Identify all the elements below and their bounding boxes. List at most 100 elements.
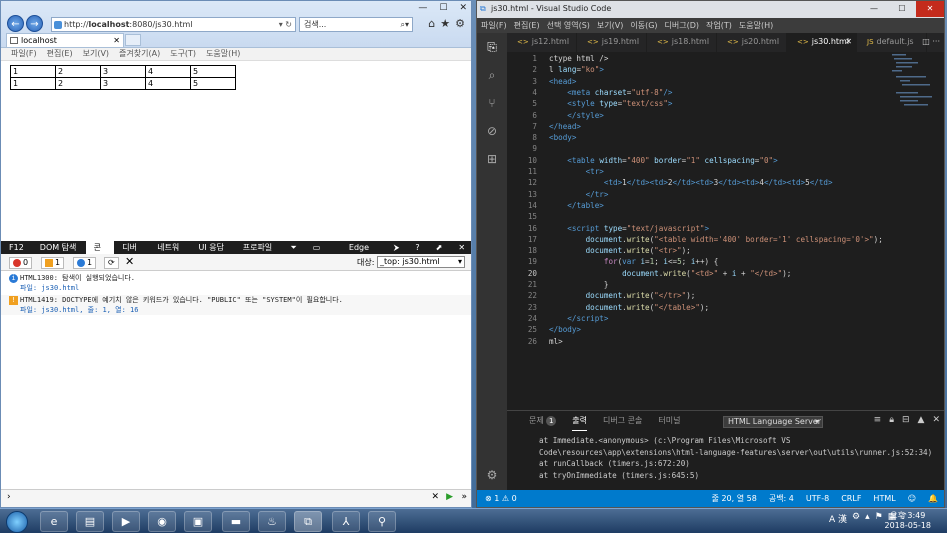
clear-output-icon[interactable]: ⊟ xyxy=(902,415,910,425)
console-prompt-icon[interactable]: ⮞ xyxy=(386,241,408,254)
menu-edit[interactable]: 편집(E) xyxy=(47,48,73,60)
tab-js19[interactable]: <> js19.html xyxy=(577,33,647,52)
minimap[interactable] xyxy=(892,52,932,122)
panel-close-icon[interactable]: ✕ xyxy=(932,415,940,425)
source-control-icon[interactable]: ⑂ xyxy=(477,89,507,117)
menu-file[interactable]: 파일(F) xyxy=(481,18,507,33)
warnings-filter[interactable]: 1 xyxy=(41,257,65,269)
clear-input-icon[interactable]: ✕ xyxy=(431,492,439,502)
tray-expand-icon[interactable]: ▴ xyxy=(865,512,870,525)
gear-icon[interactable]: ⚙ xyxy=(455,17,465,30)
message-file[interactable]: 파일: js30.html, 줄: 1, 열: 16 xyxy=(20,306,138,314)
tab-close-icon[interactable]: ✕ xyxy=(113,34,120,47)
tab-js18[interactable]: <> js18.html xyxy=(647,33,717,52)
search-icon[interactable]: ⌕ xyxy=(477,61,507,89)
forward-arrow-icon[interactable]: → xyxy=(26,15,43,32)
tab-default-js[interactable]: JS default.js xyxy=(857,33,927,52)
tab-debug-console[interactable]: 디버그 콘솔 xyxy=(603,411,642,431)
filter-icon[interactable]: ≡ xyxy=(874,415,882,425)
split-editor-icon[interactable]: ◫ ··· xyxy=(922,33,940,51)
extensions-icon[interactable]: ⊞ xyxy=(477,145,507,173)
lock-icon[interactable]: 🔒︎ xyxy=(889,415,894,425)
edge-mode-dropdown[interactable]: Edge ▾ xyxy=(333,241,386,265)
output-channel-select[interactable]: HTML Language Server ▾ xyxy=(723,416,823,428)
tab-js30[interactable]: <> js30.html ✕ xyxy=(787,33,857,52)
ie-taskbar-icon[interactable]: e xyxy=(40,511,68,532)
start-button[interactable] xyxy=(6,511,28,533)
pdf-icon[interactable]: ⅄ xyxy=(332,511,360,532)
feedback-smiley-icon[interactable]: ☺ xyxy=(908,490,916,507)
clock[interactable]: 오후 3:49 2018-05-18 xyxy=(885,511,932,531)
tab-debugger[interactable]: 디버거 xyxy=(114,241,149,265)
menu-favorites[interactable]: 즐겨찾기(A) xyxy=(119,48,160,60)
tab-console[interactable]: 콘솔 xyxy=(85,241,115,265)
tab-close-icon[interactable]: ✕ xyxy=(845,33,852,51)
menu-view[interactable]: 보기(V) xyxy=(597,18,623,33)
back-arrow-icon[interactable]: ← xyxy=(7,15,24,32)
search-box[interactable]: 검색... ⌕▾ xyxy=(299,17,413,32)
close-button[interactable]: ✕ xyxy=(459,3,467,13)
tab-profiler[interactable]: 프로파일러 xyxy=(235,241,283,265)
menu-selection[interactable]: 선택 영역(S) xyxy=(547,18,590,33)
emulation-icon[interactable]: ▭ ▾ xyxy=(305,241,333,265)
flag-icon[interactable]: ⚑ xyxy=(875,512,883,525)
minimize-button[interactable]: — xyxy=(860,1,888,17)
menu-help[interactable]: 도움말(H) xyxy=(206,48,240,60)
tab-problems[interactable]: 문제 1 xyxy=(529,411,557,431)
problems-status[interactable]: ⊗ 1 ⚠ 0 xyxy=(485,490,517,507)
refresh-icon[interactable]: ▾ ↻ xyxy=(279,18,292,31)
clear-console-icon[interactable]: ✕ xyxy=(125,255,134,268)
chrome-icon[interactable]: ◉ xyxy=(148,511,176,532)
menu-edit[interactable]: 편집(E) xyxy=(514,18,540,33)
menu-tools[interactable]: 도구(T) xyxy=(170,48,196,60)
favorites-star-icon[interactable]: ★ xyxy=(440,17,450,30)
app-icon[interactable]: ▣ xyxy=(184,511,212,532)
vscode-taskbar-icon[interactable]: ⧉ xyxy=(294,511,322,532)
debug-icon[interactable]: ⊘ xyxy=(477,117,507,145)
tab-ui-responsiveness[interactable]: UI 응답성 xyxy=(191,241,235,265)
java-icon[interactable]: ♨ xyxy=(258,511,286,532)
console-input-bar[interactable]: › ✕ ▶ » xyxy=(1,489,471,507)
ime-indicator[interactable]: A 漢 xyxy=(829,512,847,525)
language-mode[interactable]: HTML xyxy=(873,490,895,507)
ie-tab[interactable]: localhost ✕ xyxy=(6,33,124,47)
target-select[interactable]: _top: js30.html ▾ xyxy=(377,256,465,268)
settings-tray-icon[interactable]: ⚙ xyxy=(852,512,860,525)
tab-terminal[interactable]: 터미널 xyxy=(658,411,680,431)
address-bar[interactable]: http://localhost:8080/js30.html ▾ ↻ xyxy=(51,17,296,32)
info-filter[interactable]: 1 xyxy=(73,257,97,269)
clear-on-navigate-toggle[interactable]: ⟳ xyxy=(104,257,119,269)
tool-icon[interactable]: ⚲ xyxy=(368,511,396,532)
new-tab-button[interactable] xyxy=(125,34,141,46)
menu-tasks[interactable]: 작업(T) xyxy=(706,18,732,33)
tab-js12[interactable]: <> js12.html xyxy=(507,33,577,52)
menu-go[interactable]: 이동(G) xyxy=(630,18,657,33)
errors-filter[interactable]: 0 xyxy=(9,257,33,269)
menu-help[interactable]: 도움말(H) xyxy=(739,18,773,33)
menu-debug[interactable]: 디버그(D) xyxy=(665,18,699,33)
help-icon[interactable]: ? xyxy=(407,241,427,254)
devtools-close-icon[interactable]: ✕ xyxy=(450,241,471,254)
more-tabs-icon[interactable]: ⏷ xyxy=(282,241,304,254)
line-ending[interactable]: CRLF xyxy=(841,490,861,507)
run-icon[interactable]: ▶ xyxy=(446,492,453,502)
minimize-button[interactable]: — xyxy=(418,3,427,13)
home-icon[interactable]: ⌂ xyxy=(428,17,435,30)
pin-icon[interactable]: ⬈ xyxy=(428,241,451,254)
explorer-files-icon[interactable]: ⎘ xyxy=(477,33,507,61)
close-button[interactable]: ✕ xyxy=(916,1,944,17)
menu-view[interactable]: 보기(V) xyxy=(83,48,109,60)
search-icon[interactable]: ⌕▾ xyxy=(401,18,410,31)
maximize-panel-icon[interactable]: ▲ xyxy=(918,415,925,425)
notifications-bell-icon[interactable]: 🔔 xyxy=(928,490,938,507)
menu-file[interactable]: 파일(F) xyxy=(11,48,37,60)
tab-dom-explorer[interactable]: DOM 탐색기 xyxy=(32,241,86,265)
code-editor[interactable]: 1 2 3 4 5 6 7 8 9 10 11 12 13 14 15 16 17 18 19 20 21 22 23 24 2… xyxy=(507,52,944,409)
tab-network[interactable]: 네트워크 xyxy=(149,241,190,265)
maximize-button[interactable]: ☐ xyxy=(439,3,447,13)
indentation[interactable]: 공백: 4 xyxy=(769,490,794,507)
cmd-icon[interactable]: ▬ xyxy=(222,511,250,532)
tab-output[interactable]: 출력 xyxy=(572,411,588,431)
expand-icon[interactable]: » xyxy=(461,492,467,502)
media-player-icon[interactable]: ▶ xyxy=(112,511,140,532)
